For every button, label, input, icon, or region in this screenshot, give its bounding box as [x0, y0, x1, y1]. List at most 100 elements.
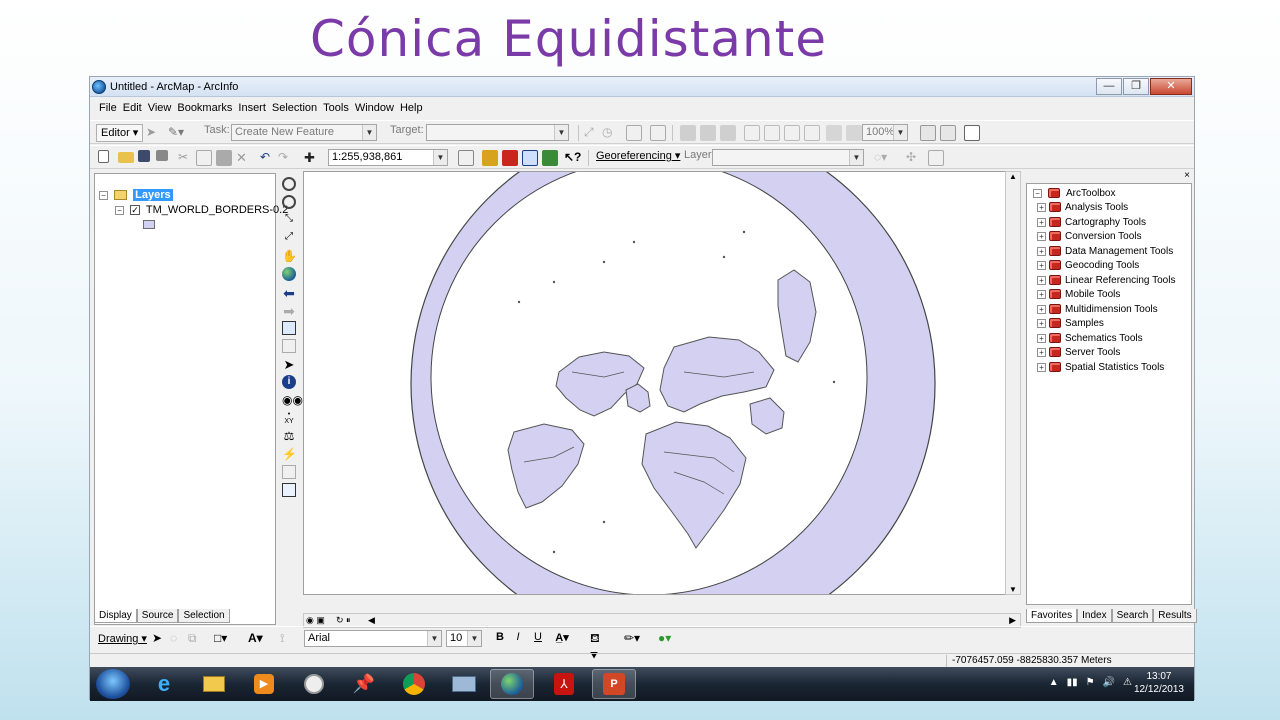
attributes-icon[interactable]: ◷ — [602, 125, 618, 141]
delete-icon[interactable]: ✕ — [236, 150, 252, 166]
layer-visibility-checkbox[interactable]: ✓ — [130, 205, 141, 216]
toolbox-item[interactable]: + Data Management Tools — [1037, 246, 1173, 257]
create-viewer-window-icon[interactable] — [282, 483, 296, 497]
tab-results[interactable]: Results — [1153, 609, 1197, 623]
text-tool-icon[interactable]: A▾ — [248, 631, 264, 647]
menu-edit[interactable]: Edit — [120, 98, 145, 118]
measure-icon[interactable]: ⚖ — [282, 429, 296, 443]
rotate-georef-icon[interactable]: ◌▾ — [874, 150, 890, 166]
clock-app-icon[interactable] — [292, 669, 336, 699]
expand-icon[interactable]: + — [1037, 260, 1046, 270]
toolbox-item[interactable]: + Cartography Tools — [1037, 217, 1146, 228]
editor-menu-button[interactable]: Editor ▾ — [96, 124, 144, 142]
expand-icon[interactable]: + — [1037, 362, 1046, 372]
arctoolbox-icon[interactable] — [502, 150, 518, 166]
internet-explorer-icon[interactable]: e — [142, 669, 186, 699]
paste-icon[interactable] — [216, 150, 232, 166]
print-icon[interactable] — [156, 150, 168, 161]
collapse-icon[interactable]: − — [1033, 188, 1042, 198]
signal-icon[interactable]: ▮▮ — [1067, 677, 1078, 688]
edit-vertices-icon[interactable]: ⟟ — [280, 631, 296, 647]
expand-icon[interactable]: + — [1037, 246, 1046, 256]
image-tool-icon[interactable] — [650, 125, 666, 141]
refresh-icon[interactable]: ↻ ⏸ — [336, 615, 351, 626]
line-color-pen-icon[interactable]: ✏▾ — [624, 631, 640, 647]
marker-color-icon[interactable]: ●▾ — [658, 631, 674, 647]
select-features-icon[interactable] — [282, 321, 296, 335]
zoom-100-icon[interactable] — [804, 125, 820, 141]
taskbar-clock[interactable]: 13:07 12/12/2013 — [1134, 670, 1184, 696]
fill-color-bucket-icon[interactable]: ⛾▾ — [590, 631, 606, 661]
tab-index[interactable]: Index — [1077, 609, 1112, 623]
show-hidden-icons-icon[interactable]: ▲ — [1049, 677, 1059, 688]
clear-selection-icon[interactable] — [282, 339, 296, 353]
map-scale-dropdown[interactable]: 1:255,938,861 ▼ — [328, 149, 448, 166]
html-popup-icon[interactable] — [282, 465, 296, 479]
layer-dropdown[interactable]: ▼ — [712, 149, 864, 166]
adobe-reader-icon[interactable]: ⅄ — [542, 669, 586, 699]
network-app-icon[interactable] — [442, 669, 486, 699]
layout-view-icon[interactable] — [920, 125, 936, 141]
zoom-in-icon[interactable] — [282, 177, 296, 191]
view-link-table-icon[interactable] — [928, 150, 944, 166]
zoom-to-elements-icon[interactable]: ⧉ — [188, 631, 204, 647]
zoom-percent-dropdown[interactable]: 100% ▼ — [862, 124, 908, 141]
target-dropdown[interactable]: ▼ — [426, 124, 569, 141]
menu-view[interactable]: View — [145, 98, 175, 118]
close-button[interactable]: ✕ — [1150, 78, 1192, 95]
arcmap-taskbar-icon[interactable] — [490, 669, 534, 699]
fixed-zoom-out-tool-icon[interactable]: ⤢ — [282, 231, 296, 245]
tab-selection[interactable]: Selection — [178, 609, 230, 623]
layer-row[interactable]: − ✓ TM_WORLD_BORDERS-0.2 — [115, 204, 288, 216]
maximize-button[interactable]: ❐ — [1123, 78, 1149, 95]
tab-display[interactable]: Display — [94, 609, 137, 623]
toolbox-item[interactable]: + Multidimension Tools — [1037, 304, 1158, 315]
new-document-icon[interactable] — [98, 150, 109, 163]
drawing-menu-button[interactable]: Drawing ▾ — [98, 632, 147, 650]
toolbox-item[interactable]: + Spatial Statistics Tools — [1037, 362, 1164, 373]
pan-hand-icon[interactable]: ✋ — [282, 249, 297, 263]
map-display[interactable] — [303, 171, 1021, 595]
toolbox-item[interactable]: + Linear Referencing Tools — [1037, 275, 1175, 286]
cut-icon[interactable]: ✂ — [178, 150, 194, 166]
task-dropdown[interactable]: Create New Feature ▼ — [231, 124, 377, 141]
rotate-tool-icon[interactable]: ⤢ — [584, 125, 600, 141]
minimize-button[interactable]: — — [1096, 78, 1122, 95]
menu-bookmarks[interactable]: Bookmarks — [174, 98, 235, 118]
rectangle-tool-icon[interactable]: □▾ — [214, 631, 230, 647]
start-orb-icon[interactable] — [96, 669, 130, 699]
expand-icon[interactable]: + — [1037, 217, 1046, 227]
find-binoculars-icon[interactable]: ◉◉ — [282, 393, 303, 407]
bold-button[interactable]: B — [492, 631, 508, 647]
table-of-contents-icon[interactable] — [482, 150, 498, 166]
data-view-icon[interactable] — [940, 125, 956, 141]
toolbox-item[interactable]: + Geocoding Tools — [1037, 260, 1139, 271]
undo-icon[interactable]: ↶ — [260, 150, 276, 166]
map-vertical-scrollbar[interactable]: ▲ ▼ — [1005, 171, 1021, 595]
scroll-down-icon[interactable]: ▼ — [1006, 585, 1020, 594]
tab-source[interactable]: Source — [136, 609, 179, 623]
edit-tool-icon[interactable]: ➤ — [146, 125, 162, 141]
collapse-icon[interactable]: − — [115, 205, 124, 215]
georef-tool-3-icon[interactable] — [720, 125, 736, 141]
italic-button[interactable]: I — [510, 631, 526, 647]
expand-icon[interactable]: + — [1037, 347, 1046, 357]
save-icon[interactable] — [138, 150, 150, 162]
expand-icon[interactable]: + — [1037, 231, 1046, 241]
font-size-dropdown[interactable]: 10 ▼ — [446, 630, 482, 647]
georeferencing-menu-button[interactable]: Georeferencing ▾ — [596, 149, 680, 167]
sketch-properties-icon[interactable] — [626, 125, 642, 141]
hyperlink-icon[interactable]: ⚡ — [282, 447, 297, 461]
fixed-zoom-out-icon[interactable] — [764, 125, 780, 141]
powerpoint-icon[interactable]: P — [592, 669, 636, 699]
polygon-symbol-swatch[interactable] — [143, 220, 155, 229]
tab-search[interactable]: Search — [1111, 609, 1154, 623]
select-elements-icon[interactable]: ➤ — [152, 631, 168, 647]
layer-symbol-row[interactable] — [143, 220, 155, 232]
back-arrow-icon[interactable]: ⬅ — [282, 285, 296, 301]
toolbox-item[interactable]: + Conversion Tools — [1037, 231, 1142, 242]
full-extent-globe-icon[interactable] — [282, 267, 296, 281]
select-elements-arrow-icon[interactable]: ➤ — [282, 357, 296, 372]
toolbox-item[interactable]: + Server Tools — [1037, 347, 1120, 358]
modelbuilder-icon[interactable] — [542, 150, 558, 166]
